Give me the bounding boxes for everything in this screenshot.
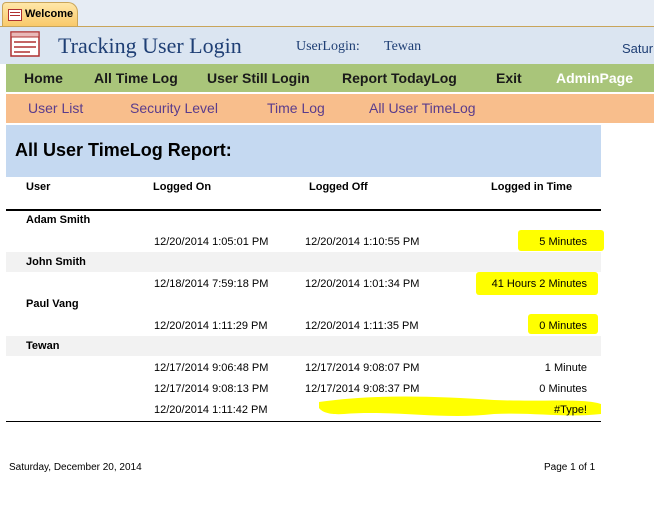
group-user-name: John Smith	[26, 256, 86, 268]
nav-user-list[interactable]: User List	[28, 100, 83, 116]
report-area: All User TimeLog Report: User Logged On …	[6, 125, 604, 528]
nav-home[interactable]: Home	[24, 70, 63, 86]
tab-welcome[interactable]: Welcome	[2, 2, 78, 26]
nav-security-level[interactable]: Security Level	[130, 100, 218, 116]
logged-off-cell: 12/20/2014 1:10:55 PM	[305, 236, 420, 248]
secondary-nav: User List Security Level Time Log All Us…	[6, 94, 654, 123]
nav-user-still-login[interactable]: User Still Login	[207, 70, 310, 86]
logged-off-cell: 12/20/2014 1:01:34 PM	[305, 278, 420, 290]
footer-page-number: Page 1 of 1	[544, 462, 596, 473]
column-header-logged-in-time: Logged in Time	[491, 181, 573, 193]
logged-on-cell: 12/20/2014 1:11:42 PM	[154, 404, 268, 416]
logged-off-cell: 12/17/2014 9:08:07 PM	[305, 362, 420, 374]
header-date: Satur	[622, 41, 654, 56]
header-rule	[6, 209, 601, 211]
logged-on-cell: 12/20/2014 1:05:01 PM	[154, 236, 269, 248]
form-header: Tracking User Login UserLogin: Tewan Sat…	[0, 27, 654, 64]
column-header-logged-on: Logged On	[153, 181, 212, 193]
logged-off-cell: 12/17/2014 9:08:37 PM	[305, 383, 420, 395]
nav-report-todaylog[interactable]: Report TodayLog	[342, 70, 457, 86]
logged-on-cell: 12/20/2014 1:11:29 PM	[154, 320, 268, 332]
logged-in-time-cell: 0 Minutes	[539, 320, 587, 332]
page-title: Tracking User Login	[58, 33, 242, 58]
primary-nav: Home All Time Log User Still Login Repor…	[6, 64, 654, 92]
group-band	[6, 336, 601, 356]
report-end-rule	[6, 421, 601, 422]
logged-off-cell: 12/20/2014 1:11:35 PM	[305, 320, 419, 332]
group-user-name: Adam Smith	[26, 214, 91, 226]
logged-in-time-cell: 1 Minute	[544, 362, 587, 374]
user-login-value: Tewan	[384, 39, 422, 54]
nav-exit[interactable]: Exit	[496, 70, 522, 86]
column-header-logged-off: Logged Off	[309, 181, 368, 193]
report-title: All User TimeLog Report:	[15, 140, 232, 160]
nav-adminpage[interactable]: AdminPage	[556, 70, 633, 86]
tab-welcome-label: Welcome	[25, 8, 74, 20]
document-tab-bar: Welcome	[0, 0, 654, 27]
user-login-label: UserLogin:	[296, 39, 360, 54]
column-header-user: User	[26, 181, 51, 193]
logged-in-time-cell: 0 Minutes	[539, 383, 587, 395]
group-user-name: Paul Vang	[26, 298, 79, 310]
nav-all-time-log[interactable]: All Time Log	[94, 70, 178, 86]
form-logo-icon	[10, 31, 40, 57]
footer-date: Saturday, December 20, 2014	[9, 462, 142, 473]
logged-on-cell: 12/17/2014 9:08:13 PM	[154, 383, 269, 395]
group-user-name: Tewan	[26, 340, 60, 352]
form-icon	[8, 9, 22, 21]
logged-in-time-cell: 41 Hours 2 Minutes	[491, 278, 587, 290]
nav-all-user-timelog[interactable]: All User TimeLog	[369, 100, 476, 116]
logged-on-cell: 12/18/2014 7:59:18 PM	[154, 278, 269, 290]
report-title-bar: All User TimeLog Report:	[6, 125, 601, 177]
logged-in-time-cell: 5 Minutes	[539, 236, 587, 248]
nav-time-log[interactable]: Time Log	[267, 100, 325, 116]
group-band	[6, 252, 601, 272]
logged-on-cell: 12/17/2014 9:06:48 PM	[154, 362, 269, 374]
logged-in-time-cell: #Type!	[553, 404, 587, 416]
